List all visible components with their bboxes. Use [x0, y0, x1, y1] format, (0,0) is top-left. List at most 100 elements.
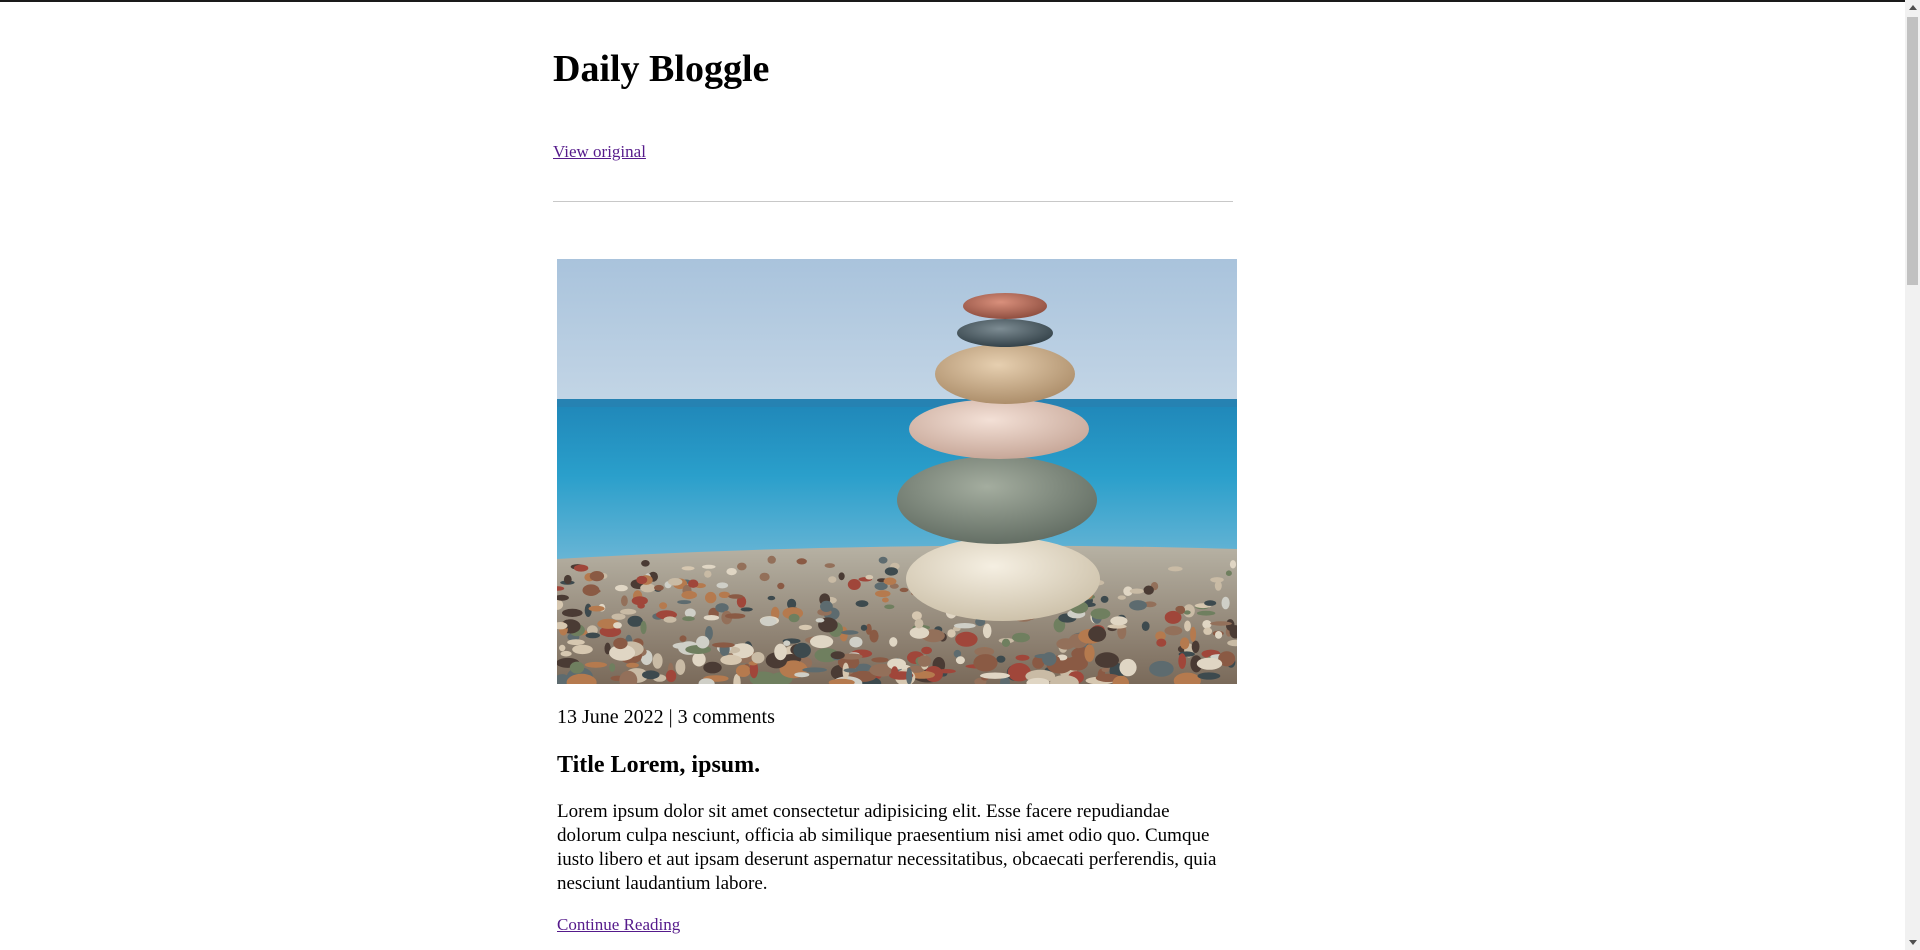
scrollbar-thumb[interactable]	[1907, 17, 1918, 285]
pebble	[567, 639, 585, 646]
pebble	[847, 579, 861, 590]
pebble	[631, 596, 648, 606]
pebble	[777, 582, 785, 590]
pebble	[906, 667, 913, 684]
pebble	[1180, 637, 1190, 650]
pebble	[865, 574, 874, 580]
pebble	[875, 590, 891, 598]
pebble	[668, 578, 683, 586]
pebble	[621, 595, 628, 607]
pebble	[1141, 621, 1150, 631]
pebble	[899, 587, 909, 593]
pebble	[735, 664, 751, 677]
pebble	[830, 651, 845, 660]
pebble	[774, 643, 787, 661]
pebble	[1101, 667, 1110, 672]
pebble	[611, 613, 626, 620]
pebble	[703, 615, 720, 621]
pebble	[1210, 621, 1232, 626]
pebble	[936, 669, 956, 674]
pebble	[796, 558, 807, 565]
pebble	[1143, 585, 1154, 595]
pebble	[788, 613, 800, 623]
pebble	[1196, 657, 1223, 670]
pebble	[705, 591, 717, 604]
vertical-scrollbar[interactable]	[1905, 0, 1920, 950]
pebble	[704, 570, 712, 578]
pebble	[560, 650, 572, 657]
pebble	[720, 654, 742, 665]
pebble	[615, 584, 628, 592]
pebble	[884, 567, 898, 576]
pebble	[642, 670, 660, 680]
pebble	[860, 624, 868, 631]
pebble	[718, 591, 730, 598]
pebble	[675, 659, 686, 675]
pebble	[869, 629, 879, 643]
pebble	[1015, 654, 1030, 661]
pebble	[584, 661, 607, 668]
pebble	[726, 568, 737, 576]
post-hero-image	[557, 259, 1237, 684]
pebble	[767, 595, 776, 601]
pebble	[1196, 610, 1216, 616]
pebble	[589, 571, 605, 582]
pebble	[871, 657, 889, 663]
pebble	[767, 555, 776, 564]
pebble	[613, 637, 628, 650]
pebble	[1129, 600, 1147, 611]
pebble	[1197, 672, 1221, 680]
pebble	[712, 642, 735, 648]
pebble	[725, 613, 746, 619]
pebble	[955, 631, 978, 647]
pebble	[569, 661, 585, 674]
pebble	[1084, 644, 1095, 662]
pebble	[677, 600, 692, 605]
pebble	[1100, 595, 1109, 603]
pebble	[1184, 620, 1191, 632]
pebble	[882, 597, 889, 603]
pebble	[1056, 638, 1076, 650]
pebble	[1215, 631, 1223, 639]
pebble	[921, 646, 932, 655]
pebble	[1088, 626, 1107, 642]
pebble	[1149, 660, 1174, 677]
pebble	[696, 635, 710, 649]
pebble	[982, 623, 992, 639]
pebble	[740, 607, 753, 612]
pebble	[953, 623, 976, 629]
pebble	[810, 635, 834, 649]
triangle-down-icon[interactable]	[1905, 935, 1920, 950]
pebble	[663, 616, 677, 623]
pebble	[584, 588, 601, 594]
triangle-up-icon[interactable]	[1905, 0, 1920, 15]
pebble	[1229, 560, 1237, 569]
header-divider	[553, 201, 1233, 202]
pebble	[640, 620, 647, 635]
pebble	[843, 668, 859, 673]
pebble	[1203, 627, 1213, 635]
pebble	[889, 637, 898, 647]
pebble	[626, 662, 639, 668]
pebble	[1225, 570, 1232, 576]
pebble	[681, 590, 697, 600]
continue-reading-link[interactable]: Continue Reading	[557, 914, 680, 936]
post-excerpt: Lorem ipsum dolor sit amet consectetur a…	[557, 801, 1217, 894]
view-original-link[interactable]: View original	[553, 141, 646, 163]
pebble	[820, 600, 833, 612]
pebble	[588, 605, 605, 612]
pebble	[1119, 658, 1137, 677]
pebble	[563, 574, 572, 585]
post-meta: 13 June 2022 | 3 comments	[557, 706, 775, 728]
pebble	[878, 556, 888, 564]
pebble	[891, 666, 899, 679]
pebble	[728, 594, 744, 599]
pebble	[855, 600, 869, 607]
pebble	[1177, 605, 1186, 615]
pebble	[751, 652, 765, 664]
pebble	[716, 582, 729, 589]
pebble	[973, 654, 998, 672]
pebble	[1156, 638, 1167, 647]
pebble	[585, 632, 600, 639]
pebble	[794, 672, 810, 678]
